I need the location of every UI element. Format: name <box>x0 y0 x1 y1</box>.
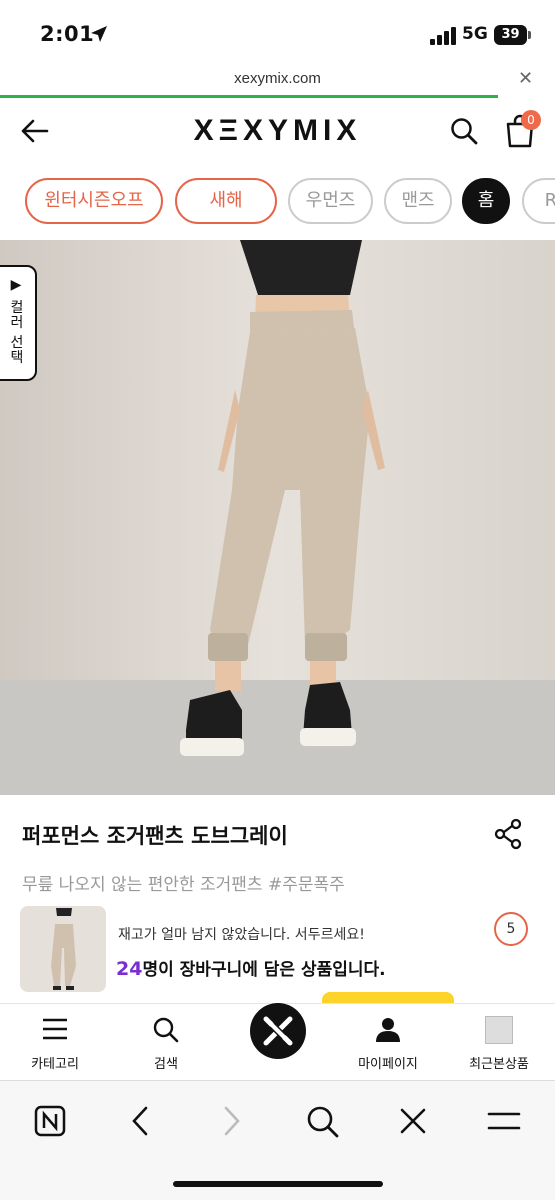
stock-warning-text: 재고가 얼마 남지 않았습니다. 서두르세요! <box>118 927 365 943</box>
location-arrow-icon <box>91 26 107 42</box>
person-icon <box>376 1018 400 1042</box>
nav-mypage-label: 마이페이지 <box>358 1057 418 1072</box>
nav-search-label: 검색 <box>154 1057 178 1072</box>
stock-cart-count-text: 24명이 장바구니에 담은 상품입니다. <box>116 955 386 980</box>
battery-tip <box>528 31 531 39</box>
chip-womens[interactable]: 우먼즈 <box>288 178 373 224</box>
product-subtitle: 무릎 나오지 않는 편안한 조거팬츠 #주문폭주 <box>22 875 345 895</box>
chip-new-year[interactable]: 새해 <box>175 178 277 224</box>
nav-home[interactable] <box>250 1003 306 1059</box>
status-time: 2:01 <box>40 22 95 46</box>
close-icon[interactable]: ✕ <box>518 68 533 89</box>
cart-count-badge: 0 <box>521 110 541 130</box>
nav-category-label: 카테고리 <box>31 1057 79 1072</box>
recent-product-thumb <box>485 1016 513 1044</box>
nav-category[interactable]: 카테고리 <box>5 1004 105 1079</box>
signal-icon <box>430 27 456 45</box>
product-image[interactable] <box>0 240 555 795</box>
menu-icon[interactable] <box>484 1101 524 1141</box>
share-icon[interactable] <box>494 818 522 850</box>
home-indicator <box>173 1181 383 1187</box>
nav-recent-label: 최근본상품 <box>469 1057 529 1072</box>
notice-count-badge[interactable]: 5 <box>494 912 528 946</box>
nav-mypage[interactable]: 마이페이지 <box>338 1004 438 1079</box>
chip-rx[interactable]: RX <box>522 178 555 224</box>
search-icon[interactable] <box>450 117 478 145</box>
bottom-nav: 카테고리 검색 마이페이지 최근본상품 <box>0 1003 555 1078</box>
brand-x-icon <box>263 1016 293 1046</box>
tabs-icon[interactable] <box>30 1101 70 1141</box>
menu-icon <box>43 1018 67 1040</box>
search-icon[interactable] <box>302 1101 342 1141</box>
nav-recent[interactable]: 최근본상품 <box>449 1004 549 1079</box>
back-icon[interactable] <box>120 1101 160 1141</box>
product-title: 퍼포먼스 조거팬츠 도브그레이 <box>22 824 288 848</box>
status-bar: 2:01 5G 39 <box>0 0 555 66</box>
chip-mens[interactable]: 맨즈 <box>384 178 452 224</box>
close-icon[interactable] <box>393 1101 433 1141</box>
cart-add-count: 24 <box>116 958 143 980</box>
color-select-label: ▶ 컬러 선택 <box>8 277 24 365</box>
stock-line2-suffix: 명이 장바구니에 담은 상품입니다. <box>142 960 386 980</box>
battery-icon: 39 <box>494 25 527 45</box>
chip-home[interactable]: 홈 <box>462 178 510 224</box>
stock-thumbnail <box>20 906 106 992</box>
nav-search[interactable]: 검색 <box>116 1004 216 1079</box>
page-load-progress <box>0 95 498 98</box>
search-icon <box>153 1017 179 1043</box>
url-text[interactable]: xexymix.com <box>0 70 555 87</box>
url-bar[interactable]: xexymix.com ✕ <box>0 66 555 96</box>
product-photo <box>0 240 555 795</box>
network-label: 5G <box>462 24 488 44</box>
site-header: XΞXYMIX 0 <box>0 100 555 164</box>
stock-notice-card[interactable]: 재고가 얼마 남지 않았습니다. 서두르세요! 24명이 장바구니에 담은 상품… <box>18 900 538 996</box>
category-chips: 윈터시즌오프 새해 우먼즈 맨즈 홈 RX <box>0 178 555 224</box>
chip-winter-season-off[interactable]: 윈터시즌오프 <box>25 178 163 224</box>
color-select-tab[interactable]: ▶ 컬러 선택 <box>0 265 37 381</box>
forward-icon[interactable] <box>212 1101 252 1141</box>
